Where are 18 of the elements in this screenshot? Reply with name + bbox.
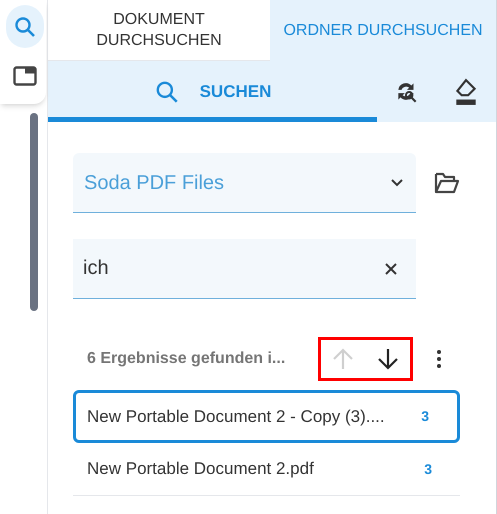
clear-icon[interactable] [384, 262, 398, 276]
match-count: 3 [421, 407, 429, 426]
result-item[interactable]: New Portable Document 2.pdf 3 [73, 443, 460, 496]
folder-open-icon[interactable] [434, 172, 460, 194]
arrow-down-icon[interactable] [376, 347, 399, 371]
search-icon [12, 14, 36, 38]
match-count: 3 [424, 460, 432, 478]
search-field[interactable]: ich [73, 239, 416, 299]
file-name: New Portable Document 2.pdf [87, 458, 314, 480]
chevron-down-icon [389, 178, 405, 188]
file-name: New Portable Document 2 - Copy (3).... [87, 406, 385, 428]
scrollbar-thumb[interactable] [30, 113, 38, 311]
results-summary: 6 Ergebnisse gefunden i... [86, 349, 286, 369]
panel-icon [12, 66, 36, 86]
search-icon [154, 78, 180, 104]
more-options-icon[interactable] [436, 349, 442, 369]
result-item[interactable]: New Portable Document 2 - Copy (3).... 3 [73, 390, 460, 443]
dropdown-value: Soda PDF Files [84, 170, 224, 196]
